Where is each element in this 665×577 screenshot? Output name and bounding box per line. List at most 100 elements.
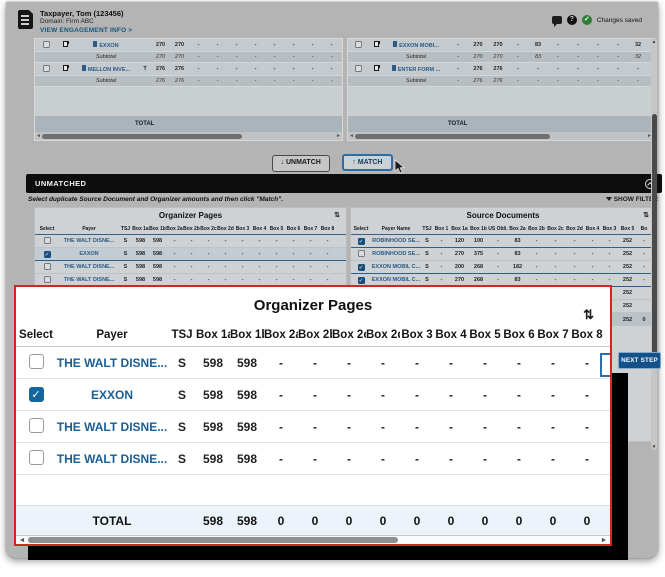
scrollbar-thumb[interactable] — [28, 537, 398, 543]
scroll-left-icon[interactable]: ◄ — [35, 133, 42, 139]
scroll-down-icon[interactable]: ▼ — [651, 444, 657, 449]
row-checkbox[interactable]: ✓ — [357, 237, 365, 245]
payer-link[interactable]: MELLON INVE... — [88, 67, 130, 73]
payer-link[interactable]: THE WALT DISNE... — [57, 420, 167, 434]
scrollbar-thumb[interactable] — [42, 133, 242, 139]
table-row[interactable]: ✓ EXXON S 598 598- - - - - - - - - - — [35, 248, 346, 261]
taxpayer-document-icon — [18, 9, 34, 29]
payer-link[interactable]: ROBINHOOD SE... — [372, 251, 420, 257]
payer-link[interactable]: ENTER FORM ... — [398, 67, 440, 73]
filter-icon — [605, 197, 612, 201]
help-icon[interactable]: ? — [566, 15, 577, 25]
table-row[interactable]: EXXON 270 270- - - - - - - - — [35, 39, 342, 52]
row-checkbox[interactable] — [28, 449, 44, 465]
payer-link[interactable]: THE WALT DISNE... — [64, 277, 115, 283]
table-row[interactable]: THE WALT DISNE... S 598 598- - - - - - - - - - — [16, 347, 610, 379]
payer-link[interactable]: EXXON — [79, 251, 98, 257]
clipped-button-fragment — [600, 353, 610, 377]
row-checkbox[interactable] — [354, 40, 362, 48]
scroll-left-icon[interactable]: ◄ — [348, 133, 355, 139]
horizontal-scrollbar[interactable]: ◄ ► — [35, 132, 342, 140]
matched-organizer-panel: EXXON 270 270- - - - - - - - Subtotal 270 270- - - - - - -… — [34, 38, 343, 141]
table-row[interactable]: THE WALT DISNE... S 598 598- - - - - - - - - - — [16, 411, 610, 443]
row-checkbox[interactable] — [42, 40, 50, 48]
table-row[interactable]: MELLON INVE... T 276 276- - - - - - - - — [35, 63, 342, 76]
popup-total-row: TOTAL 598 598 0 0 0 0 0 0 0 0 0 0 — [16, 505, 610, 535]
total-row: TOTAL — [348, 116, 653, 132]
mouse-cursor — [394, 159, 405, 174]
payer-link[interactable]: ROBINHOOD SE... — [372, 238, 420, 244]
payer-link[interactable]: THE WALT DISNE... — [64, 238, 115, 244]
payer-link[interactable]: EXXON MOBIL C... — [372, 264, 421, 270]
row-checkbox[interactable]: ✓ — [28, 387, 44, 402]
payer-link[interactable]: EXXON MOBI... — [399, 43, 439, 49]
payer-link[interactable]: THE WALT DISNE... — [64, 264, 115, 270]
copy-icon[interactable] — [373, 65, 379, 71]
comment-icon[interactable] — [551, 16, 562, 27]
organizer-pages-title: Organizer Pages ⇅ — [35, 208, 346, 224]
table-row[interactable]: THE WALT DISNE... S 598 598- - - - - - - - - - — [16, 443, 610, 475]
document-icon — [391, 65, 396, 71]
taxpayer-name: Taxpayer, Tom (123456) — [40, 9, 124, 18]
scrollbar-thumb[interactable] — [355, 133, 550, 139]
popup-horizontal-scrollbar[interactable]: ◄ ► — [16, 535, 610, 544]
scroll-left-icon[interactable]: ◄ — [16, 537, 28, 544]
table-row[interactable]: ENTER FORM ... -276 276- - - - - - - — [348, 63, 653, 76]
payer-link[interactable]: THE WALT DISNE... — [57, 452, 167, 466]
row-checkbox[interactable]: ✓ — [357, 263, 365, 271]
row-checkbox[interactable] — [28, 353, 44, 369]
popup-shadow — [28, 546, 628, 560]
sort-icon[interactable]: ⇅ — [643, 208, 649, 224]
scroll-right-icon[interactable]: ► — [335, 133, 342, 139]
payer-link[interactable]: THE WALT DISNE... — [57, 356, 167, 370]
table-row[interactable]: Subtotal 276 276- - - - - - - - — [35, 76, 342, 87]
copy-icon[interactable] — [373, 41, 379, 47]
row-checkbox[interactable]: ✓ — [43, 250, 51, 258]
next-step-button[interactable]: NEXT STEP — [618, 352, 661, 369]
row-checkbox[interactable] — [42, 64, 50, 72]
row-checkbox[interactable]: ✓ — [357, 276, 365, 284]
row-checkbox[interactable] — [43, 275, 51, 283]
changes-saved-status: Changes saved — [596, 16, 642, 24]
unmatched-section-header[interactable]: UNMATCHED — [26, 174, 662, 193]
horizontal-scrollbar[interactable]: ◄ ► — [348, 132, 653, 140]
popup-title: Organizer Pages ⇅ — [16, 287, 610, 323]
row-checkbox[interactable] — [28, 417, 44, 433]
table-row[interactable]: ✓ ROBINHOOD SE... S -120 100-83- - - - -252- — [351, 235, 655, 248]
domain-label: Domain: Firm ABC — [40, 18, 94, 25]
row-checkbox[interactable] — [357, 249, 365, 257]
match-button[interactable]: ↑ MATCH — [342, 154, 393, 171]
payer-link[interactable]: EXXON — [99, 43, 118, 49]
down-arrow-icon: ↓ — [280, 159, 285, 166]
payer-link[interactable]: EXXON — [91, 388, 133, 402]
table-row[interactable]: ✓ EXXON S 598 598- - - - - - - - - - — [16, 379, 610, 411]
table-row[interactable]: EXXON MOBI... -270 270-83- - - -32 — [348, 39, 653, 52]
total-row: TOTAL — [35, 116, 342, 132]
copy-icon[interactable] — [62, 41, 68, 47]
saved-check-icon: ✓ — [581, 15, 592, 25]
row-checkbox[interactable] — [43, 236, 51, 244]
view-engagement-link[interactable]: VIEW ENGAGEMENT INFO > — [40, 27, 132, 34]
row-checkbox[interactable] — [43, 262, 51, 270]
source-documents-title: Source Documents ⇅ — [351, 208, 655, 224]
scroll-right-icon[interactable]: ► — [598, 537, 610, 544]
table-row[interactable]: Subtotal -276 276- - - - - - - — [348, 76, 653, 87]
table-row[interactable]: THE WALT DISNE... S 598 598- - - - - - - - - - — [35, 235, 346, 248]
table-row[interactable]: ROBINHOOD SE... S -270 375-83- - - - -252- — [351, 248, 655, 261]
payer-link[interactable]: EXXON MOBIL C... — [372, 277, 421, 283]
table-row[interactable]: THE WALT DISNE... S 598 598- - - - - - - - - - — [35, 261, 346, 274]
copy-icon[interactable] — [62, 65, 68, 71]
sort-icon[interactable]: ⇅ — [334, 208, 340, 224]
table-row[interactable]: Subtotal -270 270-83- - - -32 — [348, 52, 653, 63]
scroll-up-icon[interactable]: ▲ — [651, 39, 657, 44]
document-icon — [81, 65, 86, 71]
sort-icon[interactable]: ⇅ — [583, 296, 594, 334]
vertical-scrollbar[interactable]: ▲ ▼ — [651, 38, 657, 450]
row-checkbox[interactable] — [354, 64, 362, 72]
scrollbar-thumb[interactable] — [651, 114, 657, 354]
popup-shadow — [612, 373, 628, 546]
table-row[interactable]: ✓ EXXON MOBIL C... S -200 268-182- - - - -252- — [351, 261, 655, 274]
instruction-text: Select duplicate Source Document and Org… — [28, 196, 284, 203]
table-row[interactable]: Subtotal 270 270- - - - - - - - — [35, 52, 342, 63]
unmatch-button[interactable]: ↓ UNMATCH — [271, 155, 330, 172]
